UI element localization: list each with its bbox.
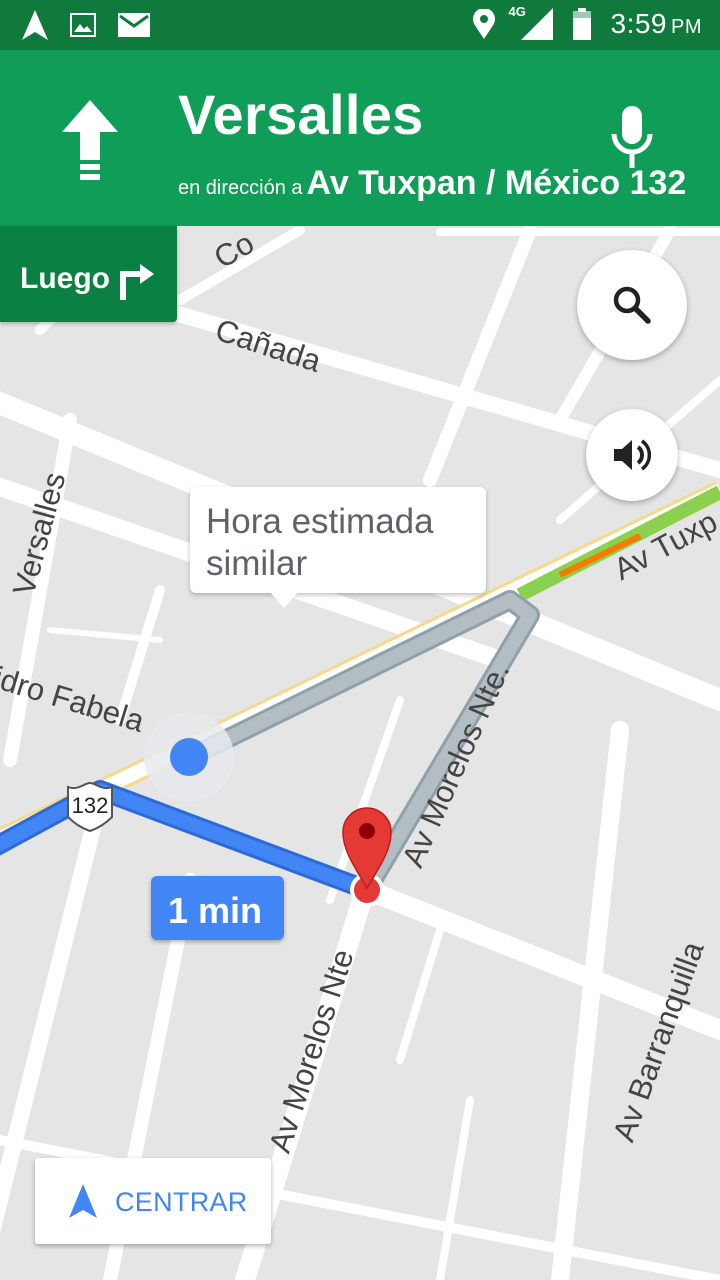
eta-text: 1 min [168, 890, 263, 931]
alternate-route-callout[interactable]: Hora estimada similar [190, 487, 486, 593]
mail-icon [118, 13, 150, 37]
then-label: Luego [20, 262, 110, 295]
navigation-arrow-icon [69, 1184, 97, 1218]
current-location-dot [170, 738, 208, 776]
current-street-name: Versalles [178, 83, 424, 146]
clock: 3:59 PM [611, 8, 703, 40]
straight-arrow-icon [62, 100, 118, 180]
battery-icon [572, 8, 591, 40]
location-icon [472, 9, 495, 39]
direction-prefix: en dirección a [178, 177, 303, 199]
route-shield-label: 132 [71, 793, 109, 818]
then-instruction[interactable]: Luego [0, 226, 177, 322]
network-type: 4G [508, 4, 526, 19]
signal-icon: 4G [509, 4, 553, 40]
clock-ampm: PM [671, 16, 702, 38]
mic-icon[interactable] [608, 106, 656, 170]
search-icon [613, 286, 651, 324]
image-icon [70, 13, 96, 37]
route-shield: 132 [64, 781, 116, 833]
volume-icon [614, 439, 652, 471]
callout-tail [270, 592, 298, 608]
turn-right-icon [120, 264, 154, 300]
recenter-label: CENTRAR [115, 1187, 248, 1217]
navigation-icon [22, 10, 48, 40]
destination-pin-icon [342, 807, 392, 907]
status-bar: 4G 3:59 PM [0, 0, 720, 50]
navigation-banner[interactable]: Versalles en dirección a Av Tuxpan / Méxi… [0, 50, 720, 226]
clock-time: 3:59 [610, 8, 667, 39]
recenter-button[interactable]: CENTRAR [35, 1158, 271, 1244]
sound-button[interactable] [586, 409, 678, 501]
callout-text: Hora estimada similar [206, 502, 434, 583]
search-button[interactable] [577, 250, 687, 360]
eta-bubble[interactable]: 1 min [151, 876, 284, 940]
